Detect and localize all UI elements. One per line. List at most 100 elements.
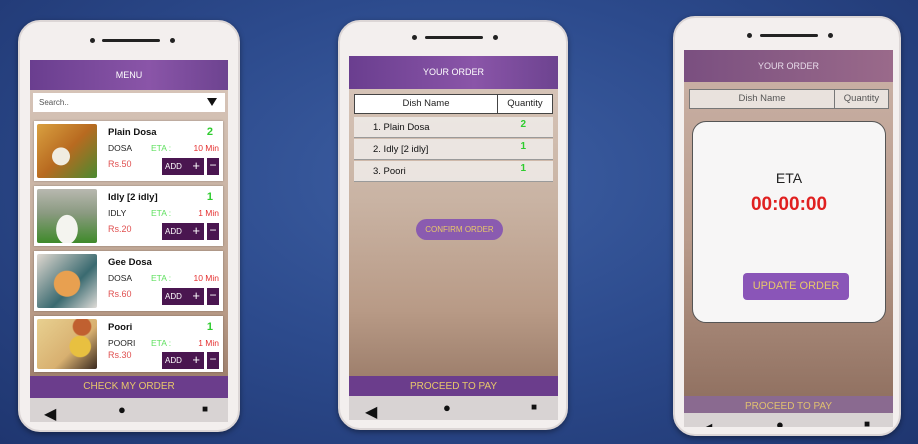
speaker: [760, 34, 818, 37]
order-row: 1. Plain Dosa 2: [354, 117, 553, 138]
item-name: Gee Dosa: [108, 257, 152, 268]
menu-item: Gee Dosa DOSA ETA : 10 Min Rs.60 ADD + −: [34, 251, 223, 311]
search-dropdown[interactable]: Search..: [33, 93, 225, 112]
home-icon[interactable]: ●: [118, 402, 126, 417]
food-image: [37, 254, 97, 308]
add-button[interactable]: ADD +: [162, 223, 204, 240]
item-name: Plain Dosa: [108, 127, 157, 138]
eta-header: YOUR ORDER: [684, 50, 893, 82]
dish-name: 2. Idly [2 idly]: [373, 144, 429, 155]
order-header: YOUR ORDER: [349, 56, 558, 89]
sensor-dot: [493, 35, 498, 40]
menu-screen: MENU Search.. Plain Dosa 2 DOSA ETA : 10…: [30, 60, 228, 422]
nav-bar: ◀ ● ■: [30, 398, 228, 422]
proceed-to-pay-button[interactable]: PROCEED TO PAY: [349, 376, 558, 398]
nav-bar: ◀ ● ■: [684, 413, 893, 427]
minus-button[interactable]: −: [207, 352, 219, 369]
item-qty: 2: [206, 126, 213, 138]
speaker: [102, 39, 160, 42]
minus-button[interactable]: −: [207, 223, 219, 240]
back-icon[interactable]: ◀: [365, 402, 377, 420]
add-label: ADD: [165, 356, 182, 365]
food-image: [37, 319, 97, 369]
column-quantity: Quantity: [497, 94, 553, 114]
dish-name: 1. Plain Dosa: [373, 122, 430, 133]
speaker: [425, 36, 483, 39]
column-dish-name: Dish Name: [354, 94, 498, 114]
phone-order: YOUR ORDER Dish Name Quantity 1. Plain D…: [338, 20, 568, 430]
eta-label: ETA :: [151, 208, 172, 218]
column-quantity: Quantity: [834, 89, 889, 109]
eta-label: ETA :: [151, 143, 172, 153]
sensor-dot: [170, 38, 175, 43]
eta-screen: YOUR ORDER Dish Name Quantity ETA 00:00:…: [684, 50, 893, 427]
phone-eta: YOUR ORDER Dish Name Quantity ETA 00:00:…: [673, 16, 901, 436]
plus-icon: +: [192, 158, 200, 173]
food-image: [37, 189, 97, 243]
dish-qty: 1: [520, 163, 526, 174]
menu-item: Plain Dosa 2 DOSA ETA : 10 Min Rs.50 ADD…: [34, 121, 223, 181]
search-placeholder: Search..: [39, 98, 69, 107]
back-icon[interactable]: ◀: [700, 419, 712, 427]
eta-value: 10 Min: [193, 143, 219, 153]
recent-apps-icon[interactable]: ■: [202, 404, 208, 415]
plus-icon: +: [192, 352, 200, 367]
home-icon[interactable]: ●: [443, 400, 451, 415]
check-my-order-button[interactable]: CHECK MY ORDER: [30, 376, 228, 398]
nav-bar: ◀ ● ■: [349, 396, 558, 420]
dish-qty: 1: [520, 141, 526, 152]
home-icon[interactable]: ●: [776, 417, 784, 427]
dropdown-arrow-icon[interactable]: [207, 98, 217, 106]
sensor-dot: [828, 33, 833, 38]
phone-menu: MENU Search.. Plain Dosa 2 DOSA ETA : 10…: [18, 20, 240, 432]
item-price: Rs.20: [108, 224, 132, 234]
food-image: [37, 124, 97, 178]
item-category: DOSA: [108, 273, 133, 283]
confirm-order-button[interactable]: CONFIRM ORDER: [416, 219, 503, 240]
eta-value: 1 Min: [198, 208, 219, 218]
plus-icon: +: [192, 288, 200, 303]
item-qty: 1: [206, 191, 213, 203]
item-price: Rs.50: [108, 159, 132, 169]
order-row: 2. Idly [2 idly] 1: [354, 139, 553, 160]
dish-qty: 2: [520, 119, 526, 130]
item-price: Rs.30: [108, 350, 132, 360]
menu-header: MENU: [30, 60, 228, 90]
eta-label: ETA :: [151, 273, 172, 283]
item-qty: 1: [206, 321, 213, 333]
item-name: Poori: [108, 322, 133, 333]
add-button[interactable]: ADD +: [162, 158, 204, 175]
minus-button[interactable]: −: [207, 288, 219, 305]
item-category: POORI: [108, 338, 136, 348]
eta-value: 10 Min: [193, 273, 219, 283]
recent-apps-icon[interactable]: ■: [864, 419, 870, 427]
dish-name: 3. Poori: [373, 166, 406, 177]
plus-icon: +: [192, 223, 200, 238]
order-row: 3. Poori 1: [354, 161, 553, 182]
add-button[interactable]: ADD +: [162, 288, 204, 305]
menu-item: Idly [2 idly] 1 IDLY ETA : 1 Min Rs.20 A…: [34, 186, 223, 246]
add-label: ADD: [165, 227, 182, 236]
add-label: ADD: [165, 162, 182, 171]
minus-button[interactable]: −: [207, 158, 219, 175]
item-category: DOSA: [108, 143, 133, 153]
eta-label: ETA :: [151, 338, 172, 348]
eta-timer: 00:00:00: [750, 194, 828, 215]
add-button[interactable]: ADD +: [162, 352, 204, 369]
menu-item: Poori 1 POORI ETA : 1 Min Rs.30 ADD + −: [34, 316, 223, 372]
camera-dot: [412, 35, 417, 40]
update-order-button[interactable]: UPDATE ORDER: [743, 273, 849, 300]
order-screen: YOUR ORDER Dish Name Quantity 1. Plain D…: [349, 56, 558, 420]
back-icon[interactable]: ◀: [44, 404, 56, 422]
eta-dialog: ETA 00:00:00 UPDATE ORDER: [692, 121, 886, 323]
column-dish-name: Dish Name: [689, 89, 835, 109]
eta-title: ETA: [775, 170, 803, 186]
camera-dot: [747, 33, 752, 38]
item-price: Rs.60: [108, 289, 132, 299]
camera-dot: [90, 38, 95, 43]
eta-value: 1 Min: [198, 338, 219, 348]
item-category: IDLY: [108, 208, 127, 218]
add-label: ADD: [165, 292, 182, 301]
recent-apps-icon[interactable]: ■: [531, 402, 537, 413]
item-name: Idly [2 idly]: [108, 192, 158, 203]
